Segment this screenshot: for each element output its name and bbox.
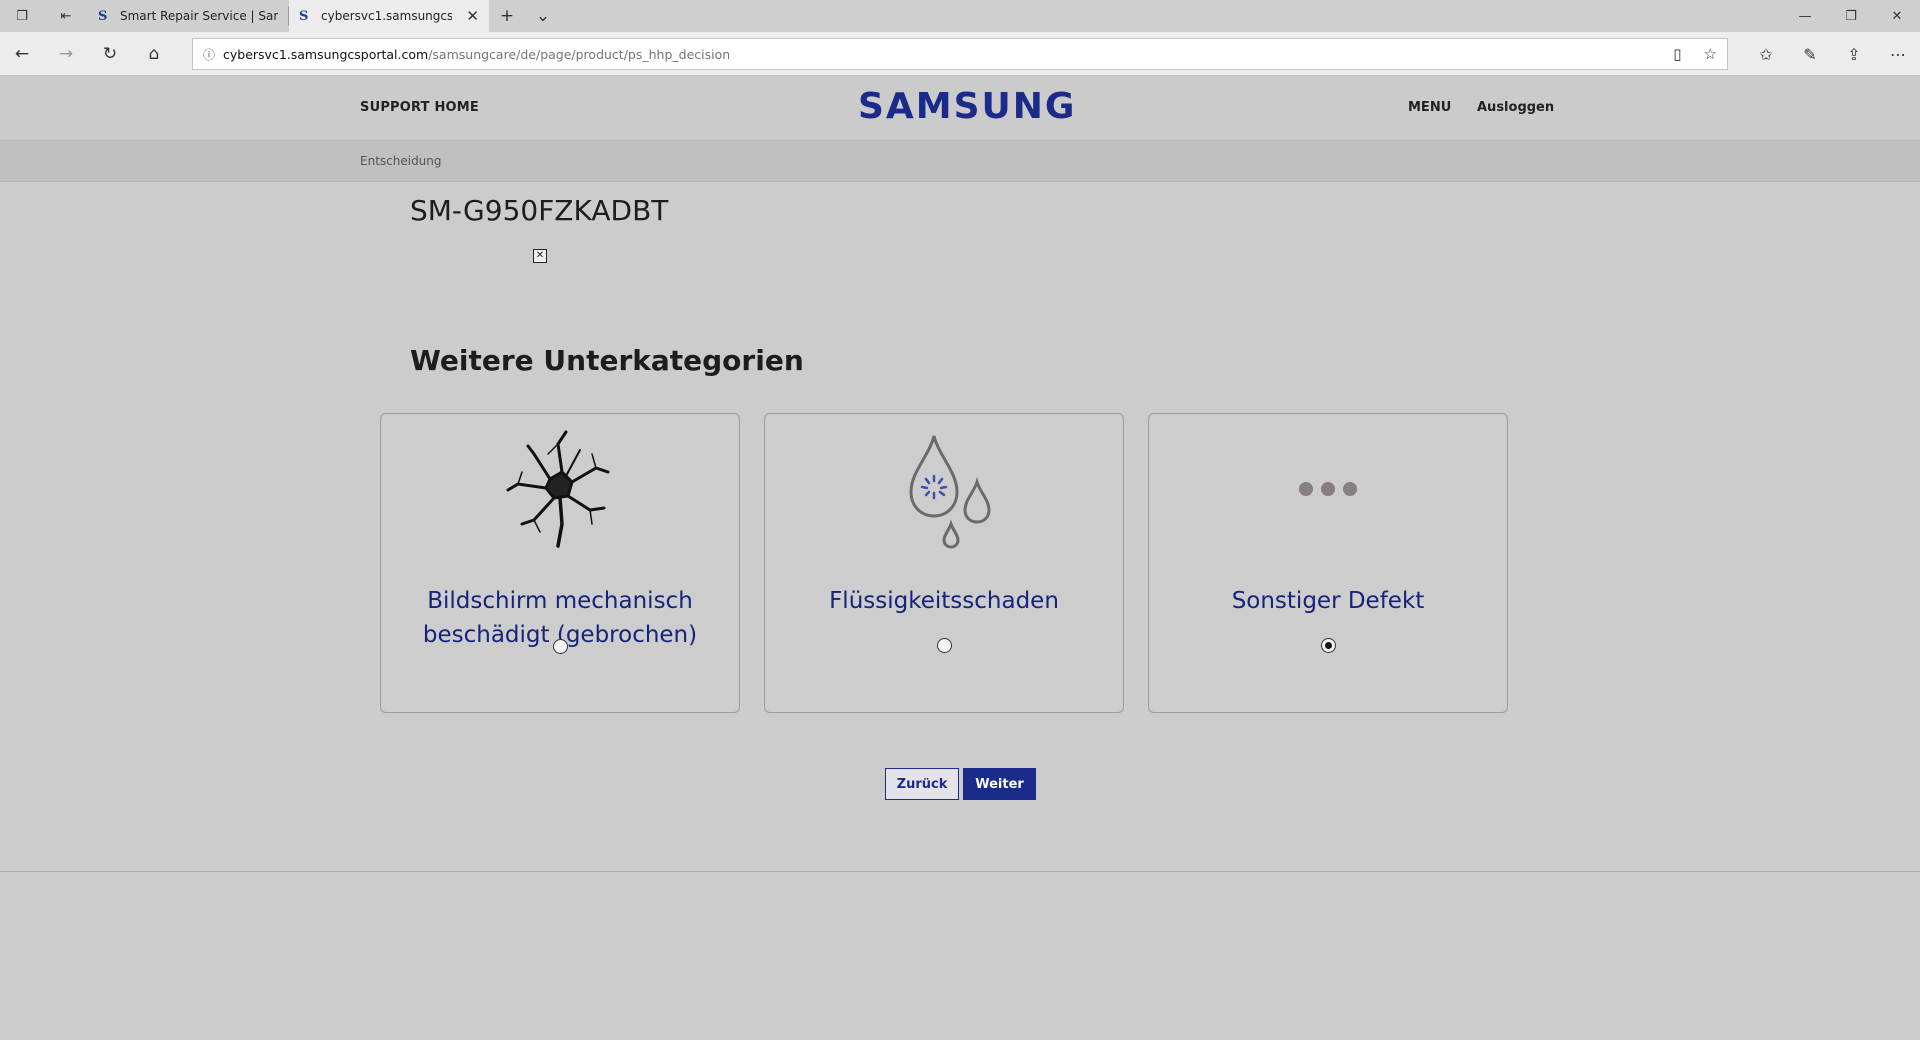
button-row: Zurück Weiter — [885, 768, 1036, 800]
option-radio[interactable] — [937, 638, 952, 653]
home-icon[interactable]: ⌂ — [132, 32, 176, 76]
menu-link[interactable]: MENU — [1408, 100, 1451, 115]
back-button[interactable]: Zurück — [885, 768, 959, 800]
footer-divider — [0, 871, 1920, 872]
restore-icon[interactable]: ❐ — [1828, 0, 1874, 32]
browser-nav-bar: ← → ↻ ⌂ ⓘ cybersvc1.samsungcsportal.com … — [0, 32, 1920, 76]
close-window-icon[interactable]: ✕ — [1874, 0, 1920, 32]
share-icon[interactable]: ⇪ — [1832, 32, 1876, 76]
page-content: SUPPORT HOME SAMSUNG MENU Ausloggen Ents… — [0, 76, 1920, 1040]
more-icon[interactable]: ⋯ — [1876, 32, 1920, 76]
address-bar[interactable]: ⓘ cybersvc1.samsungcsportal.com /samsung… — [192, 38, 1728, 70]
chevron-down-icon[interactable]: ⌄ — [525, 0, 561, 32]
option-radio[interactable] — [553, 639, 568, 654]
tab-title: cybersvc1.samsungcspc — [321, 9, 453, 23]
new-tab-icon[interactable]: + — [489, 0, 525, 32]
samsung-favicon-icon: S — [98, 8, 108, 24]
option-card-other-defect[interactable]: Sonstiger Defekt — [1148, 413, 1508, 713]
breadcrumb-bar: Entscheidung — [0, 140, 1920, 182]
browser-tools: ✩ ✎ ⇪ ⋯ — [1744, 32, 1920, 76]
option-radio[interactable] — [1321, 638, 1336, 653]
more-dots-icon — [1149, 424, 1507, 554]
url-path: /samsungcare/de/page/product/ps_hhp_deci… — [428, 46, 731, 62]
support-home-link[interactable]: SUPPORT HOME — [360, 100, 479, 115]
cracked-screen-icon — [381, 424, 739, 554]
tab-cybersvc[interactable]: S cybersvc1.samsungcspc ✕ — [289, 0, 489, 32]
logout-link[interactable]: Ausloggen — [1477, 100, 1554, 115]
option-label: Sonstiger Defekt — [1231, 588, 1425, 614]
option-card-screen-broken[interactable]: Bildschirm mechanisch beschädigt (gebroc… — [380, 413, 740, 713]
address-end-icons: ▯ ☆ — [1673, 45, 1717, 63]
tab-smart-repair[interactable]: S Smart Repair Service | Sams — [88, 0, 288, 32]
broken-image-icon: ✕ — [533, 249, 547, 263]
model-number: SM-G950FZKADBT — [410, 194, 669, 227]
pen-icon[interactable]: ✎ — [1788, 32, 1832, 76]
section-title: Weitere Unterkategorien — [410, 344, 804, 377]
tab-sets-icon[interactable]: ❐ — [0, 0, 44, 32]
reading-view-icon[interactable]: ▯ — [1673, 45, 1681, 63]
favorite-star-icon[interactable]: ☆ — [1704, 45, 1717, 63]
refresh-icon[interactable]: ↻ — [88, 32, 132, 76]
next-button[interactable]: Weiter — [963, 768, 1036, 800]
water-drops-icon — [765, 424, 1123, 554]
favorites-list-icon[interactable]: ✩ — [1744, 32, 1788, 76]
option-card-liquid-damage[interactable]: Flüssigkeitsschaden — [764, 413, 1124, 713]
back-arrow-icon[interactable]: ← — [0, 32, 44, 76]
browser-tab-bar: ❐ ⇤ S Smart Repair Service | Sams S cybe… — [0, 0, 1920, 32]
set-aside-tabs-icon[interactable]: ⇤ — [44, 0, 88, 32]
window-controls: — ❐ ✕ — [1782, 0, 1920, 32]
site-header: SUPPORT HOME SAMSUNG MENU Ausloggen — [0, 76, 1920, 140]
url-host: cybersvc1.samsungcsportal.com — [223, 46, 429, 62]
forward-arrow-icon[interactable]: → — [44, 32, 88, 76]
tab-title: Smart Repair Service | Sams — [120, 9, 278, 23]
samsung-favicon-icon: S — [299, 8, 309, 24]
breadcrumb: Entscheidung — [360, 154, 442, 168]
info-icon[interactable]: ⓘ — [203, 46, 223, 63]
minimize-icon[interactable]: — — [1782, 0, 1828, 32]
close-tab-icon[interactable]: ✕ — [462, 7, 479, 25]
option-label: Flüssigkeitsschaden — [829, 588, 1059, 614]
samsung-logo[interactable]: SAMSUNG — [858, 86, 1076, 127]
